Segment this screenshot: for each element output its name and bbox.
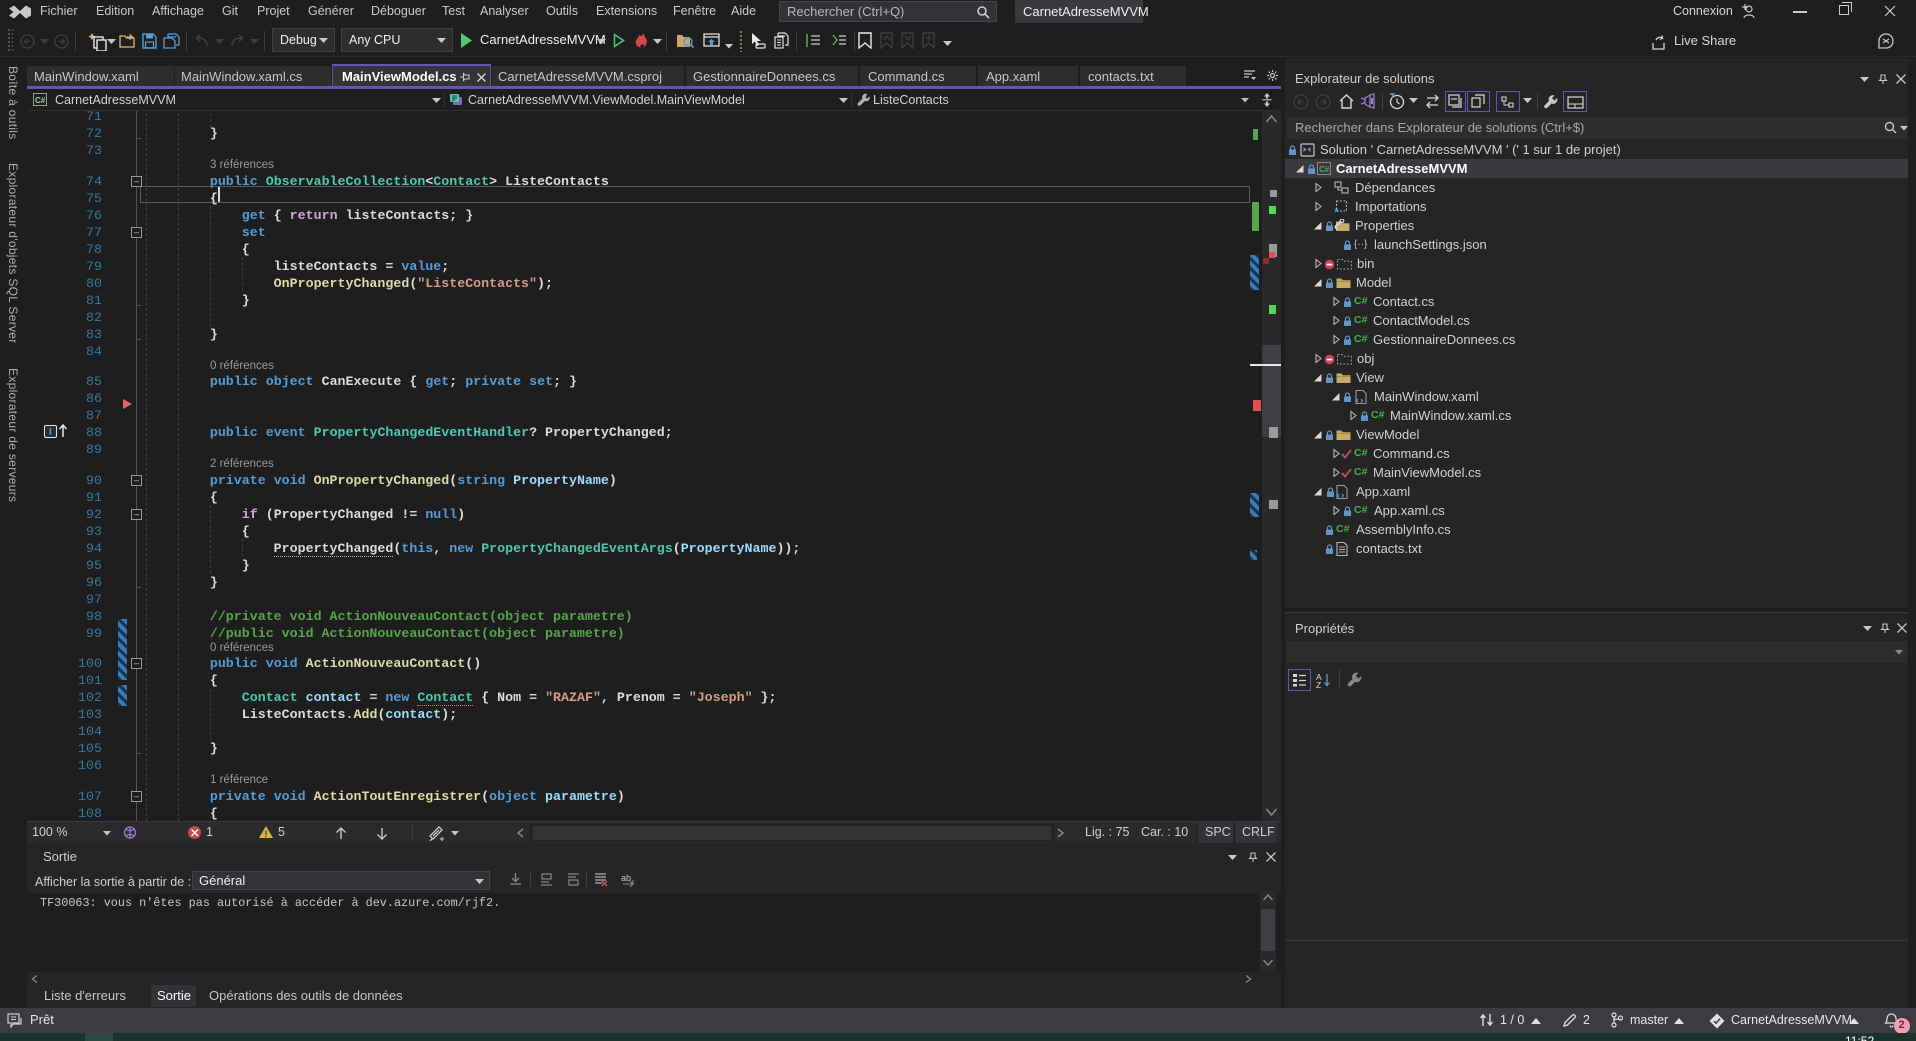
svg-text:Z: Z xyxy=(1316,680,1321,688)
svg-text:ab: ab xyxy=(621,873,631,883)
